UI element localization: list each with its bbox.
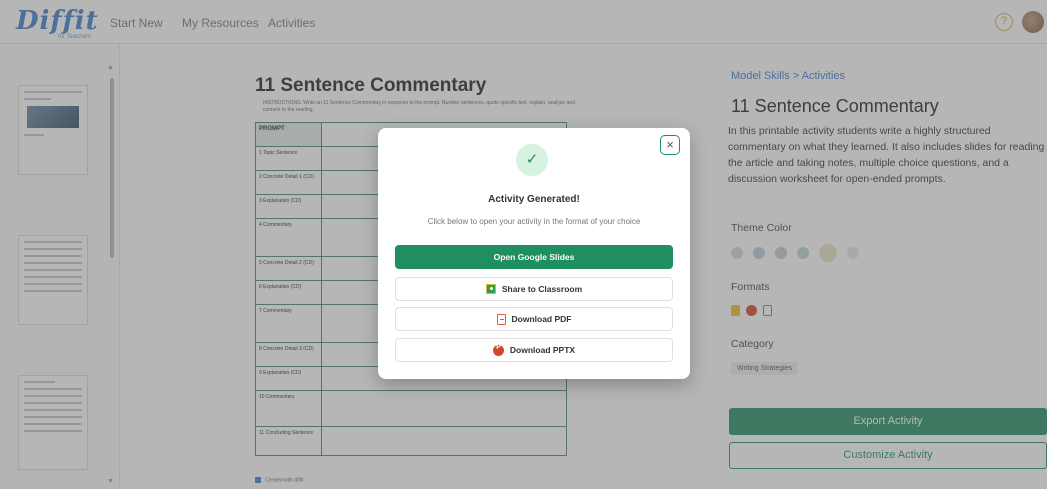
- powerpoint-icon: [492, 344, 504, 356]
- dialog-subtitle: Click below to open your activity in the…: [427, 217, 641, 226]
- download-pdf-button[interactable]: Download PDF: [395, 307, 673, 331]
- close-icon[interactable]: ×: [660, 135, 680, 155]
- pdf-file-icon: [496, 313, 506, 325]
- share-to-classroom-label: Share to Classroom: [501, 284, 583, 294]
- download-pptx-label: Download PPTX: [509, 345, 576, 355]
- google-classroom-icon: [485, 284, 496, 294]
- open-google-slides-label: Open Google Slides: [493, 252, 575, 262]
- download-pdf-label: Download PDF: [511, 314, 572, 324]
- activity-generated-dialog: × ✓ Activity Generated! Click below to o…: [378, 128, 690, 379]
- open-google-slides-button[interactable]: Open Google Slides: [395, 245, 673, 269]
- check-icon: ✓: [516, 144, 548, 176]
- dialog-title: Activity Generated!: [488, 194, 580, 205]
- share-to-classroom-button[interactable]: Share to Classroom: [395, 277, 673, 301]
- download-pptx-button[interactable]: Download PPTX: [395, 338, 673, 362]
